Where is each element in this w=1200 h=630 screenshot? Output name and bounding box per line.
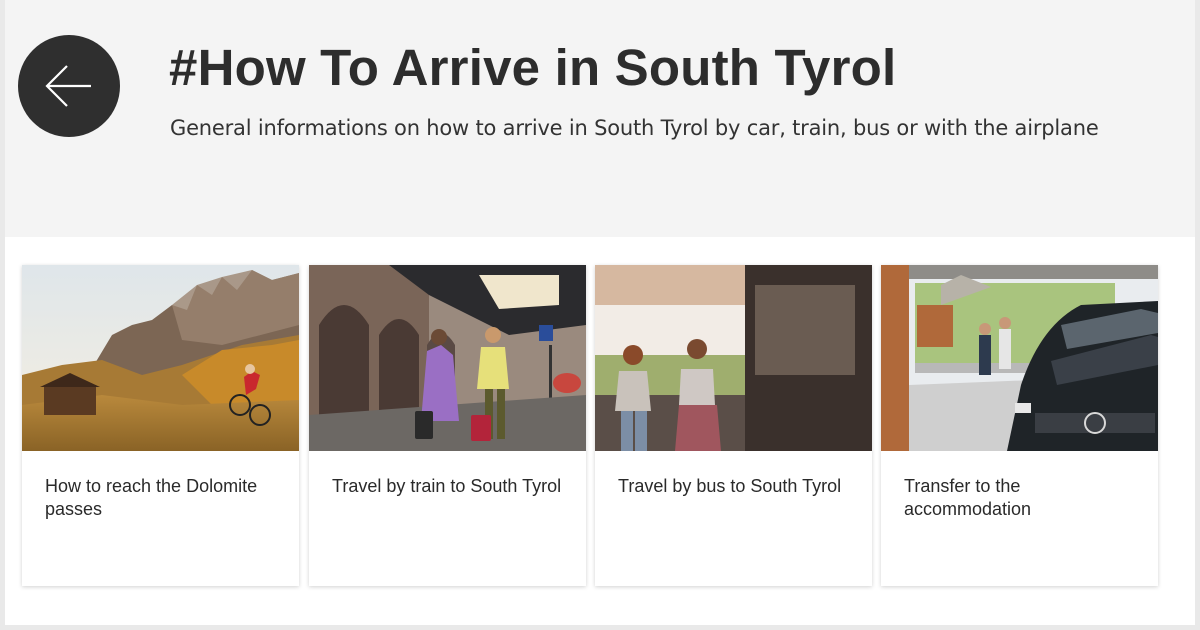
bus-station-women-image bbox=[595, 265, 872, 451]
arrow-left-icon bbox=[45, 65, 91, 107]
card-train[interactable]: Travel by train to South Tyrol bbox=[309, 265, 586, 586]
card-label: How to reach the Dolomite passes bbox=[45, 476, 258, 519]
card-dolomite-passes[interactable]: How to reach the Dolomite passes bbox=[22, 265, 299, 586]
card-list: How to reach the Dolomite passes Travel … bbox=[5, 237, 1195, 625]
card-label: Travel by bus to South Tyrol bbox=[618, 476, 842, 496]
card-label: Travel by train to South Tyrol bbox=[332, 476, 562, 496]
train-station-couple-image bbox=[309, 265, 586, 451]
card-label: Transfer to the accommodation bbox=[904, 476, 1032, 519]
card-bus[interactable]: Travel by bus to South Tyrol bbox=[595, 265, 872, 586]
car-transfer-station-image bbox=[881, 265, 1158, 451]
card-transfer[interactable]: Transfer to the accommodation bbox=[881, 265, 1158, 586]
page-subtitle: General informations on how to arrive in… bbox=[170, 116, 1099, 140]
page: #How To Arrive in South Tyrol General in… bbox=[5, 0, 1195, 625]
page-title: #How To Arrive in South Tyrol bbox=[169, 39, 897, 96]
dolomite-mountain-cyclist-image bbox=[22, 265, 299, 451]
page-header: #How To Arrive in South Tyrol General in… bbox=[5, 0, 1195, 237]
back-button[interactable] bbox=[18, 35, 120, 137]
